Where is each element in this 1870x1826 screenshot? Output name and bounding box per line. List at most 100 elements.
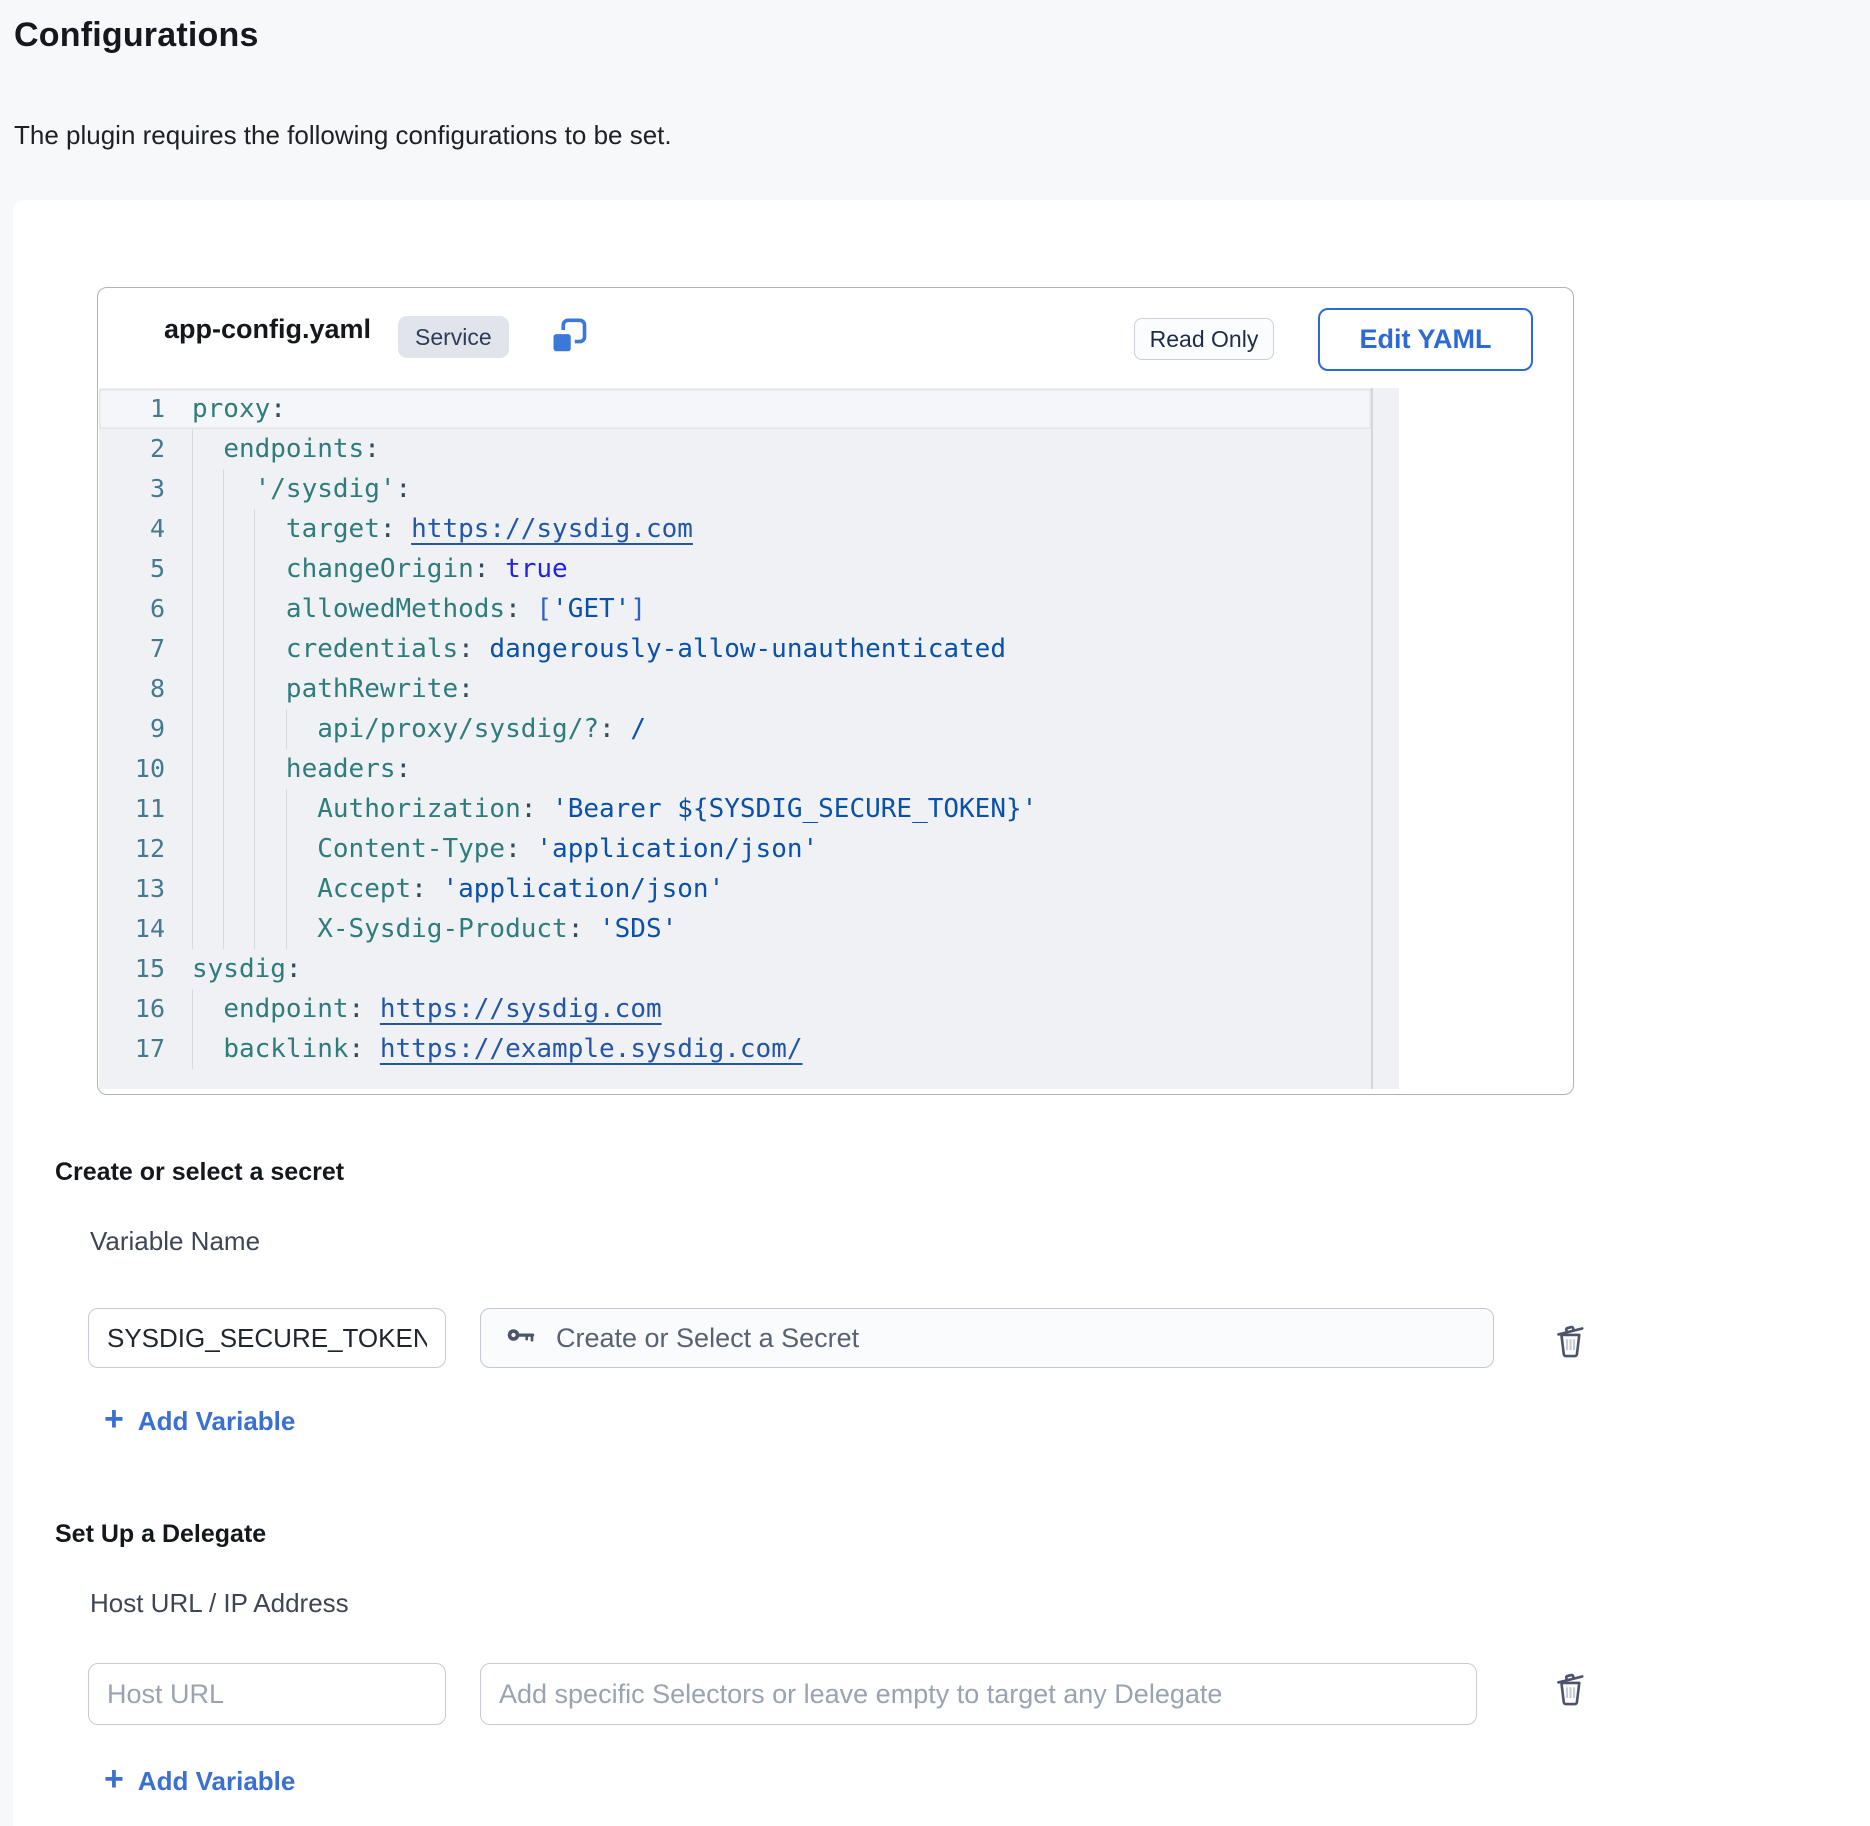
indent-guide bbox=[223, 709, 224, 749]
indent-guide bbox=[286, 909, 287, 949]
trash-icon bbox=[1549, 1698, 1591, 1713]
indent-guide bbox=[192, 509, 193, 549]
yaml-card: app-config.yaml Service Read Only Edit Y… bbox=[97, 287, 1574, 1095]
indent-guide bbox=[254, 669, 255, 709]
indent-guide bbox=[223, 509, 224, 549]
indent-guide bbox=[223, 589, 224, 629]
code-line: 11 Authorization: 'Bearer ${SYSDIG_SECUR… bbox=[99, 789, 1399, 829]
indent-guide bbox=[223, 469, 224, 509]
copy-icon bbox=[546, 347, 590, 362]
code-line: 8 pathRewrite: bbox=[99, 669, 1399, 709]
indent-guide bbox=[192, 789, 193, 829]
line-number: 15 bbox=[99, 949, 165, 989]
indent-guide bbox=[192, 709, 193, 749]
indent-guide bbox=[223, 789, 224, 829]
secret-selector-placeholder: Create or Select a Secret bbox=[556, 1323, 859, 1354]
secret-selector[interactable]: Create or Select a Secret bbox=[480, 1308, 1494, 1368]
indent-guide bbox=[192, 1029, 193, 1069]
indent-guide bbox=[223, 629, 224, 669]
variable-name-input[interactable] bbox=[88, 1308, 446, 1368]
code-line: 14 X-Sysdig-Product: 'SDS' bbox=[99, 909, 1399, 949]
code-line: 7 credentials: dangerously-allow-unauthe… bbox=[99, 629, 1399, 669]
line-number: 7 bbox=[99, 629, 165, 669]
indent-guide bbox=[223, 909, 224, 949]
page-title: Configurations bbox=[14, 16, 259, 55]
plus-icon: + bbox=[104, 1762, 124, 1796]
indent-guide bbox=[192, 629, 193, 669]
code-lines: 1proxy:2 endpoints:3 '/sysdig':4 target:… bbox=[99, 388, 1399, 1069]
code-line: 4 target: https://sysdig.com bbox=[99, 509, 1399, 549]
indent-guide bbox=[254, 549, 255, 589]
line-number: 13 bbox=[99, 869, 165, 909]
line-number: 8 bbox=[99, 669, 165, 709]
code-line: 3 '/sysdig': bbox=[99, 469, 1399, 509]
add-variable-label: Add Variable bbox=[138, 1406, 296, 1437]
code-line: 10 headers: bbox=[99, 749, 1399, 789]
line-number: 5 bbox=[99, 549, 165, 589]
line-number: 14 bbox=[99, 909, 165, 949]
trash-icon bbox=[1549, 1350, 1591, 1365]
indent-guide bbox=[192, 909, 193, 949]
line-number: 17 bbox=[99, 1029, 165, 1069]
copy-button[interactable] bbox=[546, 315, 590, 359]
code-line: 2 endpoints: bbox=[99, 429, 1399, 469]
indent-guide bbox=[254, 869, 255, 909]
code-line: 5 changeOrigin: true bbox=[99, 549, 1399, 589]
secret-section-heading: Create or select a secret bbox=[55, 1158, 344, 1187]
line-number: 4 bbox=[99, 509, 165, 549]
line-number: 16 bbox=[99, 989, 165, 1029]
indent-guide bbox=[192, 749, 193, 789]
line-number: 9 bbox=[99, 709, 165, 749]
variable-name-label: Variable Name bbox=[90, 1226, 260, 1257]
read-only-button[interactable]: Read Only bbox=[1134, 318, 1274, 360]
indent-guide bbox=[254, 829, 255, 869]
indent-guide bbox=[254, 749, 255, 789]
line-number: 12 bbox=[99, 829, 165, 869]
host-url-input[interactable] bbox=[88, 1663, 446, 1725]
indent-guide bbox=[254, 789, 255, 829]
line-number: 3 bbox=[99, 469, 165, 509]
indent-guide bbox=[254, 629, 255, 669]
indent-guide bbox=[223, 749, 224, 789]
yaml-editor[interactable]: 1proxy:2 endpoints:3 '/sysdig':4 target:… bbox=[99, 388, 1399, 1089]
delete-secret-row-button[interactable] bbox=[1546, 1318, 1594, 1366]
indent-guide bbox=[254, 709, 255, 749]
line-number: 11 bbox=[99, 789, 165, 829]
add-variable-link[interactable]: + Add Variable bbox=[104, 1404, 295, 1438]
code-line: 1proxy: bbox=[99, 389, 1371, 429]
indent-guide bbox=[286, 789, 287, 829]
service-badge: Service bbox=[398, 316, 509, 358]
host-url-label: Host URL / IP Address bbox=[90, 1588, 349, 1619]
code-line: 13 Accept: 'application/json' bbox=[99, 869, 1399, 909]
indent-guide bbox=[223, 669, 224, 709]
code-line: 15sysdig: bbox=[99, 949, 1399, 989]
indent-guide bbox=[192, 869, 193, 909]
indent-guide bbox=[223, 829, 224, 869]
indent-guide bbox=[286, 829, 287, 869]
indent-guide bbox=[286, 709, 287, 749]
edit-yaml-button[interactable]: Edit YAML bbox=[1318, 308, 1533, 371]
key-icon bbox=[505, 1318, 539, 1359]
add-variable-link[interactable]: + Add Variable bbox=[104, 1764, 295, 1798]
indent-guide bbox=[254, 589, 255, 629]
line-number: 2 bbox=[99, 429, 165, 469]
delegate-section-heading: Set Up a Delegate bbox=[55, 1520, 266, 1549]
indent-guide bbox=[192, 549, 193, 589]
code-line: 16 endpoint: https://sysdig.com bbox=[99, 989, 1399, 1029]
delegate-selector-input[interactable] bbox=[480, 1663, 1477, 1725]
code-line: 17 backlink: https://example.sysdig.com/ bbox=[99, 1029, 1399, 1069]
line-number: 1 bbox=[99, 389, 165, 429]
indent-guide bbox=[286, 869, 287, 909]
page-subtitle: The plugin requires the following config… bbox=[14, 120, 672, 151]
indent-guide bbox=[192, 829, 193, 869]
plus-icon: + bbox=[104, 1402, 124, 1436]
indent-guide bbox=[223, 549, 224, 589]
add-variable-label: Add Variable bbox=[138, 1766, 296, 1797]
indent-guide bbox=[192, 669, 193, 709]
line-number: 10 bbox=[99, 749, 165, 789]
indent-guide bbox=[192, 989, 193, 1029]
file-name: app-config.yaml bbox=[164, 314, 371, 345]
code-line: 6 allowedMethods: ['GET'] bbox=[99, 589, 1399, 629]
indent-guide bbox=[192, 589, 193, 629]
delete-delegate-row-button[interactable] bbox=[1546, 1666, 1594, 1714]
